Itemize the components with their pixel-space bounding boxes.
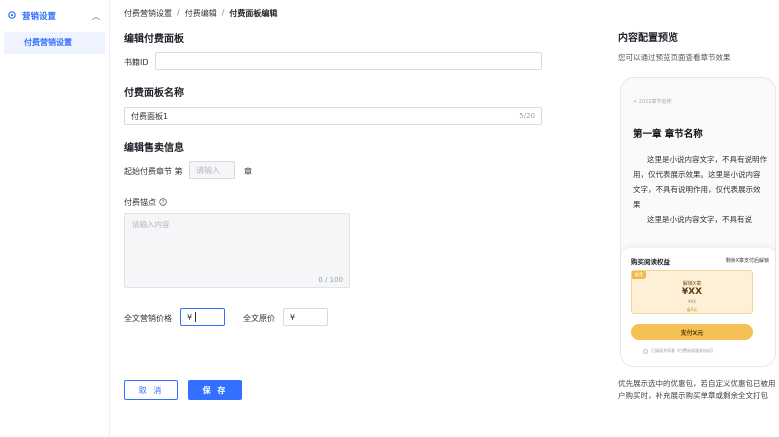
agreement-text: 已阅读并同意《付费阅读服务协议》 — [651, 348, 715, 353]
start-chapter-suffix: 章 — [244, 167, 252, 176]
offer-original: ¥XX — [687, 299, 697, 304]
sidebar-group-marketing[interactable]: 营销设置 ︿ — [0, 0, 109, 32]
section-title-sale-info: 编辑售卖信息 — [124, 143, 184, 154]
phone-paragraph: 这里是小说内容文字，不具有说 — [647, 215, 752, 224]
breadcrumb: 付费营销设置 / 付费编辑 / 付费面板编辑 — [124, 8, 277, 19]
book-id-field[interactable] — [155, 52, 542, 70]
anchor-textarea[interactable]: 请输入内容 0 / 100 — [124, 213, 350, 288]
breadcrumb-item[interactable]: 付费营销设置 — [124, 8, 172, 19]
radio-icon — [643, 348, 648, 354]
anchor-placeholder: 请输入内容 — [132, 220, 170, 229]
start-chapter-input[interactable]: 请输入 — [189, 161, 235, 179]
offer-saving: 省X元 — [686, 307, 698, 312]
sale-price-input[interactable]: ¥ — [180, 308, 225, 326]
anchor-label: 付费锚点 — [124, 198, 156, 207]
phone-top-bar: < 2022章节名称 — [633, 99, 672, 105]
breadcrumb-separator: / — [221, 8, 225, 17]
offer-price: ¥XX — [681, 287, 703, 297]
sidebar-item-paid-marketing[interactable]: 付费营销设置 — [4, 32, 105, 54]
breadcrumb-item[interactable]: 付费编辑 — [185, 8, 217, 19]
text-cursor — [195, 312, 197, 322]
cancel-button[interactable]: 取 消 — [124, 380, 178, 400]
offer-line: 解锁X章 — [682, 281, 702, 287]
gear-icon — [7, 10, 17, 22]
chevron-up-icon[interactable]: ︿ — [92, 11, 100, 22]
section-title-panel-name: 付费面板名称 — [124, 88, 184, 99]
phone-mockup: < 2022章节名称 第一章 章节名称 这里是小说内容文字，不具有说明作用，仅代… — [620, 77, 776, 367]
panel-name-value: 付费面板1 — [131, 111, 169, 121]
panel-name-counter: 5/20 — [519, 112, 535, 120]
sidebar: 营销设置 ︿ 付费营销设置 — [0, 0, 110, 437]
panel-name-input[interactable]: 付费面板1 5/20 — [124, 107, 542, 125]
svg-text:?: ? — [162, 199, 165, 205]
section-title-edit-panel: 编辑付费面板 — [124, 34, 184, 45]
pay-button: 支付X元 — [631, 324, 753, 340]
phone-paragraph: 这里是小说内容文字，不具有说明作用，仅代表展示效果。这里是小说内容文字，不具有说… — [633, 155, 767, 209]
original-price-prefix: ¥ — [290, 312, 296, 322]
preview-note: 优先展示选中的优惠包，若自定义优惠包已被用户购买时，补充展示购买单章或剩余全文打… — [618, 379, 776, 400]
anchor-label-row: 付费锚点 ? — [124, 197, 167, 208]
offer-tag: 推荐 — [632, 271, 646, 279]
paywall-sheet: 购买阅读权益 剩余X章支付后解锁 推荐 解锁X章 ¥XX ¥XX 省X元 支付X… — [621, 248, 775, 366]
start-chapter-label: 起始付费章节 第 — [124, 167, 183, 176]
breadcrumb-separator: / — [177, 8, 180, 17]
offer-card: 推荐 解锁X章 ¥XX ¥XX 省X元 — [631, 270, 753, 314]
help-icon[interactable]: ? — [159, 197, 167, 208]
phone-body-text: 这里是小说内容文字，不具有说明作用，仅代表展示效果。这里是小说内容文字，不具有说… — [633, 152, 767, 227]
sidebar-group-label: 营销设置 — [22, 12, 57, 22]
start-chapter-placeholder: 请输入 — [196, 165, 220, 175]
original-price-input[interactable]: ¥ — [283, 308, 328, 326]
preview-subtitle: 您可以通过预览页面查看章节效果 — [618, 53, 731, 62]
book-id-label: 书籍ID — [124, 58, 149, 67]
paywall-remaining: 剩余X章支付后解锁 — [725, 258, 769, 264]
paywall-title: 购买阅读权益 — [631, 258, 670, 266]
phone-chapter-title: 第一章 章节名称 — [633, 129, 703, 140]
main-content: 付费营销设置 / 付费编辑 / 付费面板编辑 编辑付费面板 书籍ID 付费面板名… — [111, 0, 579, 437]
original-price-label: 全文原价 — [243, 314, 275, 323]
save-button[interactable]: 保 存 — [188, 380, 242, 400]
preview-panel: 内容配置预览 您可以通过预览页面查看章节效果 < 2022章节名称 第一章 章节… — [579, 0, 779, 437]
breadcrumb-current: 付费面板编辑 — [229, 9, 278, 18]
agreement-row: 已阅读并同意《付费阅读服务协议》 — [643, 348, 715, 354]
anchor-counter: 0 / 100 — [318, 276, 343, 284]
sale-price-prefix: ¥ — [187, 312, 193, 322]
preview-title: 内容配置预览 — [618, 33, 678, 44]
sale-price-label: 全文营销价格 — [124, 314, 172, 323]
